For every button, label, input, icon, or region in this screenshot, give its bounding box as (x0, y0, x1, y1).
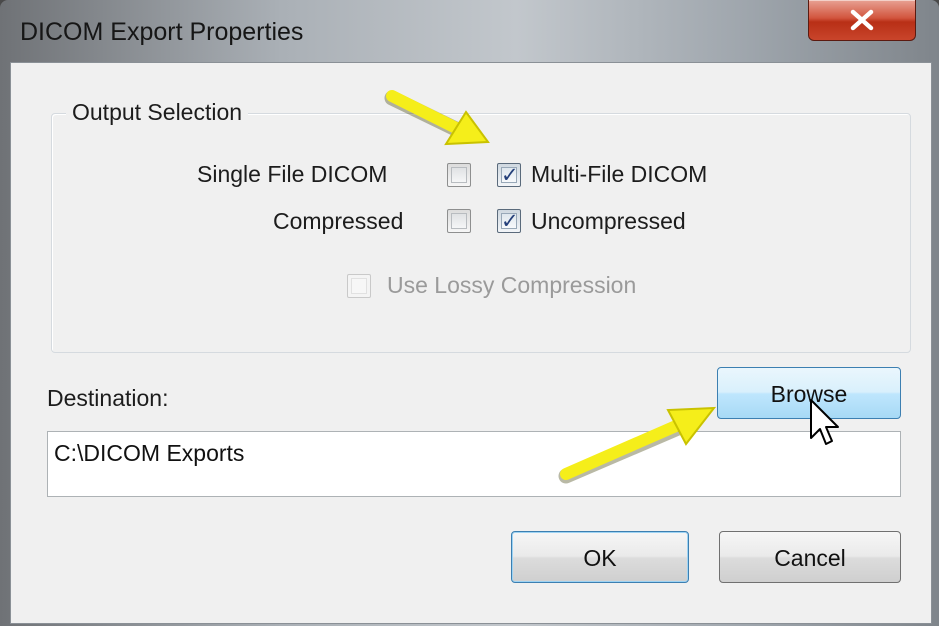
mouse-pointer-icon (810, 399, 839, 445)
dialog-window: DICOM Export Properties Output Selection… (0, 0, 939, 626)
compressed-checkbox[interactable] (447, 209, 471, 233)
uncompressed-label[interactable]: Uncompressed (531, 208, 686, 235)
close-icon (850, 9, 874, 31)
lossy-compression-checkbox[interactable] (347, 274, 371, 298)
checkmark-icon: ✓ (501, 210, 519, 233)
single-file-dicom-checkbox[interactable] (447, 163, 471, 187)
destination-label: Destination: (47, 385, 169, 411)
lossy-compression-label: Use Lossy Compression (387, 272, 637, 298)
uncompressed-checkbox[interactable]: ✓ (497, 209, 521, 233)
single-file-dicom-label: Single File DICOM (197, 161, 388, 187)
annotation-arrow-icon (384, 90, 490, 146)
multi-file-dicom-label[interactable]: Multi-File DICOM (531, 161, 707, 188)
multi-file-dicom-checkbox[interactable]: ✓ (497, 163, 521, 187)
output-selection-legend: Output Selection (66, 99, 249, 126)
cancel-button[interactable]: Cancel (719, 531, 901, 583)
window-title: DICOM Export Properties (20, 18, 304, 46)
compressed-label: Compressed (273, 208, 404, 234)
checkmark-icon: ✓ (501, 164, 519, 187)
annotation-arrow-icon (558, 406, 717, 484)
destination-path-field[interactable]: C:\DICOM Exports (47, 431, 901, 497)
close-button[interactable] (808, 0, 916, 41)
ok-button[interactable]: OK (511, 531, 689, 583)
